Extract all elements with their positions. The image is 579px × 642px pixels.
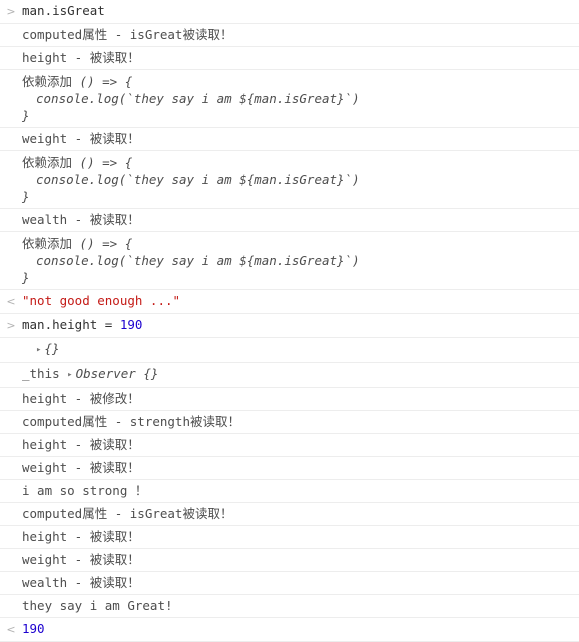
console-log-text: wealth - 被读取！ — [22, 212, 140, 227]
assignment-operator-glyph: = — [104, 317, 113, 332]
gutter-empty — [0, 366, 22, 367]
console-log-row: computed属性 - isGreat被读取！ — [0, 503, 579, 526]
function-body: console.log(`they say i am ${man.isGreat… — [36, 172, 360, 187]
gutter-empty — [0, 460, 22, 461]
console-log-text: weight - 被读取！ — [22, 131, 140, 146]
console-log-text: wealth - 被读取！ — [22, 575, 140, 590]
console-log-row: height - 被读取！ — [0, 434, 579, 457]
gutter-empty — [0, 341, 22, 342]
object-preview: ▸{} — [22, 341, 579, 359]
function-signature: () => { — [72, 155, 133, 170]
function-close-brace: } — [22, 108, 30, 123]
gutter-empty — [0, 598, 22, 599]
console-log-row: computed属性 - isGreat被读取！ — [0, 24, 579, 47]
console-log-row: computed属性 - strength被读取！ — [0, 411, 579, 434]
object-constructor-preview: Observer {} — [75, 366, 159, 381]
input-chevron-icon: > — [6, 319, 16, 332]
devtools-console-panel[interactable]: > man.isGreat computed属性 - isGreat被读取！ heig… — [0, 0, 579, 642]
console-log-row: wealth - 被读取！ — [0, 209, 579, 232]
console-input-row[interactable]: > man.height = 190 — [0, 314, 579, 338]
gutter-empty — [0, 414, 22, 415]
assignment-operator — [97, 317, 105, 332]
console-function-source: 依赖添加 () => { console.log(`they say i am $… — [22, 73, 579, 124]
console-log-row: they say i am Great! — [0, 595, 579, 618]
expand-triangle-icon[interactable]: ▸ — [36, 342, 41, 358]
console-input-expression: man.height = 190 — [22, 317, 579, 333]
gutter-empty — [0, 50, 22, 51]
console-log-row: wealth - 被读取！ — [0, 572, 579, 595]
console-input-row[interactable]: > man.isGreat — [0, 0, 579, 24]
console-log-text: computed属性 - isGreat被读取！ — [22, 27, 233, 42]
function-close-brace: } — [22, 270, 30, 285]
console-object-row[interactable]: _this ▸ Observer {} — [0, 363, 579, 388]
gutter-empty — [0, 154, 22, 155]
console-function-row: 依赖添加 () => { console.log(`they say i am $… — [0, 232, 579, 290]
string-value: "not good enough ..." — [22, 293, 181, 308]
console-log-text: height - 被读取！ — [22, 50, 140, 65]
console-log-text: height - 被修改！ — [22, 391, 140, 406]
function-signature: () => { — [72, 74, 133, 89]
gutter-empty — [0, 552, 22, 553]
console-log-text: computed属性 - strength被读取！ — [22, 414, 240, 429]
console-output-row: <190 — [0, 618, 579, 642]
console-log-text: they say i am Great! — [22, 598, 173, 613]
number-value: 190 — [22, 621, 45, 636]
console-log-row: height - 被读取！ — [0, 47, 579, 70]
gutter-empty — [0, 506, 22, 507]
console-log-row: i am so strong ！ — [0, 480, 579, 503]
gutter-empty — [0, 73, 22, 74]
console-function-source: 依赖添加 () => { console.log(`they say i am $… — [22, 154, 579, 205]
gutter-empty — [0, 131, 22, 132]
expand-triangle-icon[interactable]: ▸ — [67, 367, 72, 383]
gutter-empty — [0, 483, 22, 484]
console-function-row: 依赖添加 () => { console.log(`they say i am $… — [0, 70, 579, 128]
function-body: console.log(`they say i am ${man.isGreat… — [36, 91, 360, 106]
function-label: 依赖添加 — [22, 74, 73, 89]
console-log-text: weight - 被读取！ — [22, 552, 140, 567]
gutter-empty — [0, 529, 22, 530]
console-input-text: man.isGreat — [22, 3, 105, 18]
console-function-source: 依赖添加 () => { console.log(`they say i am $… — [22, 235, 579, 286]
function-body: console.log(`they say i am ${man.isGreat… — [36, 253, 360, 268]
object-property-name: _this — [22, 366, 60, 381]
console-log-text: computed属性 - isGreat被读取！ — [22, 506, 233, 521]
console-log-text: i am so strong ！ — [22, 483, 148, 498]
input-chevron-icon: > — [6, 5, 16, 18]
console-log-text: height - 被读取！ — [22, 529, 140, 544]
console-log-text: weight - 被读取！ — [22, 460, 140, 475]
function-close-brace: } — [22, 189, 30, 204]
output-chevron-icon: < — [6, 295, 16, 308]
object-preview: _this ▸ Observer {} — [22, 366, 579, 384]
console-log-row: weight - 被读取！ — [0, 457, 579, 480]
object-literal: {} — [44, 341, 60, 356]
gutter-empty — [0, 575, 22, 576]
console-log-row: height - 被修改！ — [0, 388, 579, 411]
console-log-row: weight - 被读取！ — [0, 549, 579, 572]
function-signature: () => { — [72, 236, 133, 251]
console-log-row: weight - 被读取！ — [0, 128, 579, 151]
console-output-value: "not good enough ..." — [22, 293, 579, 309]
console-object-row[interactable]: ▸{} — [0, 338, 579, 363]
gutter-empty — [0, 437, 22, 438]
gutter-empty — [0, 391, 22, 392]
expression-target: man.height — [22, 317, 98, 332]
gutter-empty — [0, 212, 22, 213]
console-output-row: < "not good enough ..." — [0, 290, 579, 314]
console-function-row: 依赖添加 () => { console.log(`they say i am $… — [0, 151, 579, 209]
gutter-empty — [0, 235, 22, 236]
function-label: 依赖添加 — [22, 236, 73, 251]
console-log-text: height - 被读取！ — [22, 437, 140, 452]
assigned-value: 190 — [119, 317, 143, 332]
console-output-value: 190 — [22, 621, 579, 637]
function-label: 依赖添加 — [22, 155, 73, 170]
gutter-empty — [0, 27, 22, 28]
console-log-row: height - 被读取！ — [0, 526, 579, 549]
